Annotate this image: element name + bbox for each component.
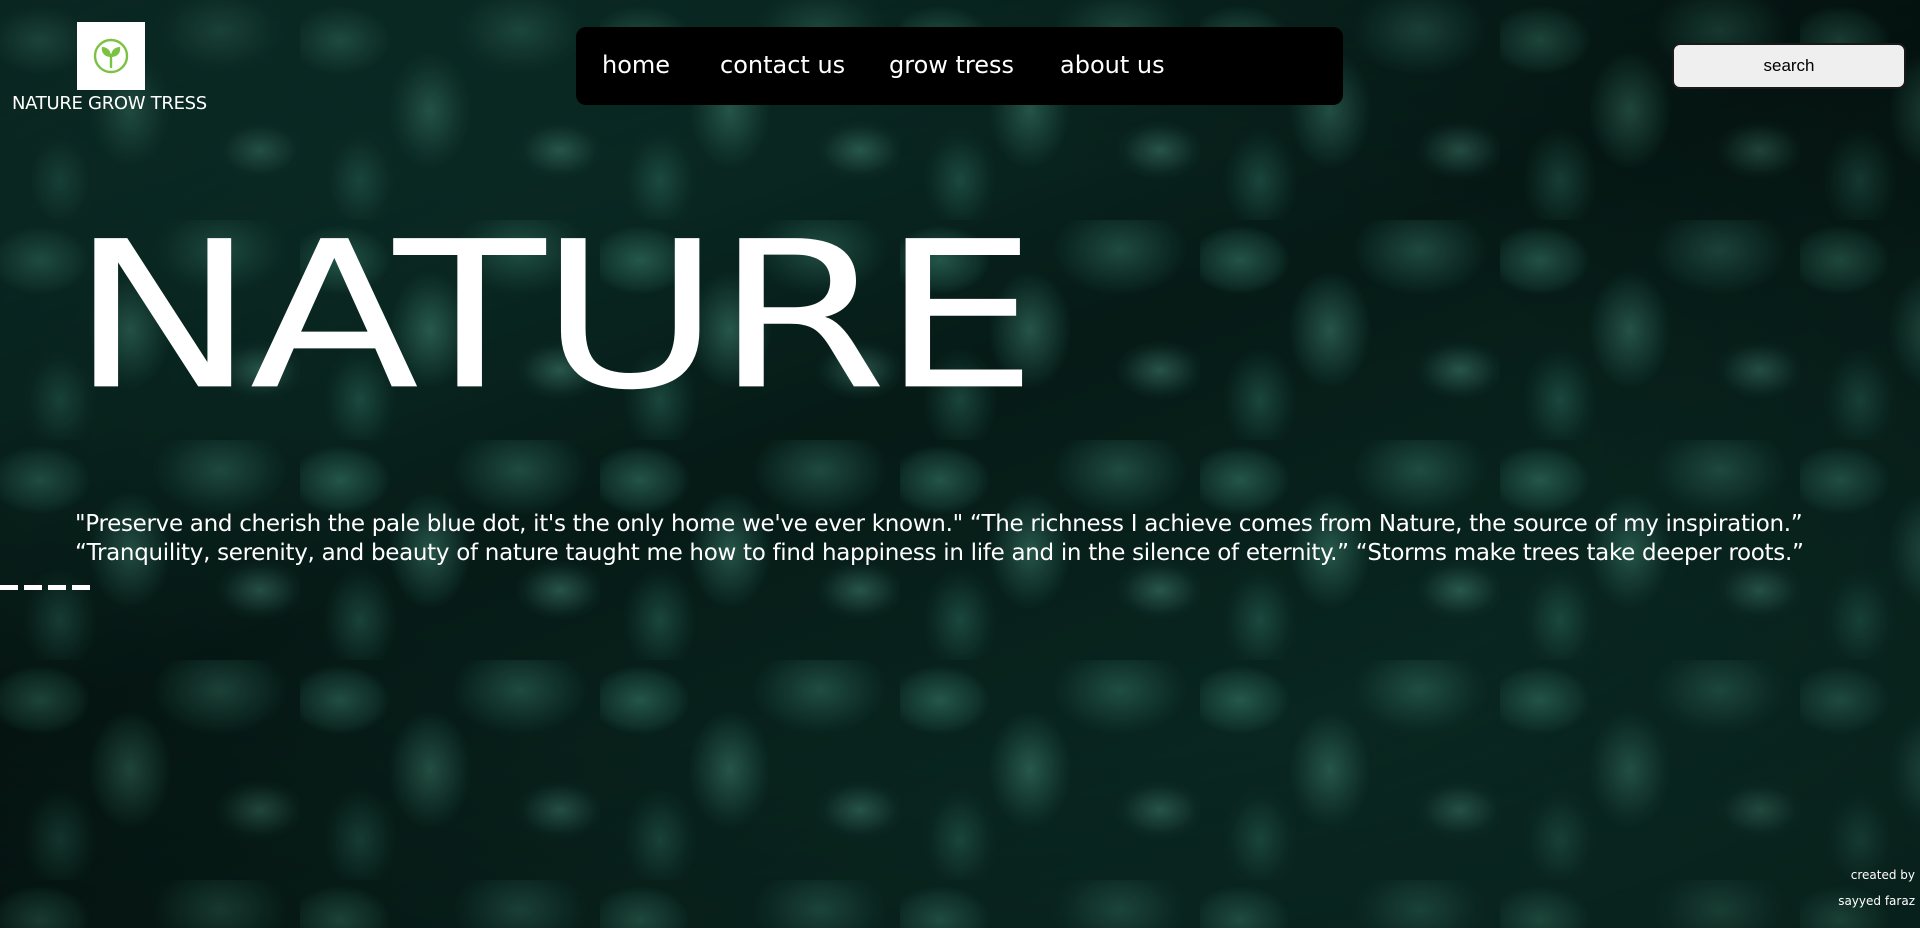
nav-home-link[interactable]: home xyxy=(602,51,670,79)
quote-line: “Tranquility, serenity, and beauty of na… xyxy=(75,540,1804,566)
sprout-icon xyxy=(93,38,129,74)
brand-name: NATURE GROW TRESS xyxy=(12,93,207,114)
page-root: NATURE GROW TRESS home contact us grow t… xyxy=(0,0,1920,930)
creator-credit: created by sayyed faraz xyxy=(1838,862,1915,914)
leaf-background xyxy=(0,0,1920,930)
quote-block: "Preserve and cherish the pale blue dot,… xyxy=(75,510,1875,568)
decorative-dashes xyxy=(0,585,90,590)
dash xyxy=(72,585,90,590)
nav-about-link[interactable]: about us xyxy=(1060,51,1165,79)
nav-contact-link[interactable]: contact us xyxy=(720,51,845,79)
main-navbar: home contact us grow tress about us xyxy=(576,27,1343,105)
search-button[interactable]: search xyxy=(1672,43,1906,89)
nav-grow-tress-link[interactable]: grow tress xyxy=(889,51,1014,79)
dash xyxy=(0,585,18,590)
dash xyxy=(24,585,42,590)
credit-author: sayyed faraz xyxy=(1838,894,1915,908)
dash xyxy=(48,585,66,590)
credit-line: created by xyxy=(1850,868,1915,882)
hero-title: NATURE xyxy=(70,198,1038,435)
logo[interactable] xyxy=(77,22,145,90)
quote-line: "Preserve and cherish the pale blue dot,… xyxy=(75,511,1803,537)
